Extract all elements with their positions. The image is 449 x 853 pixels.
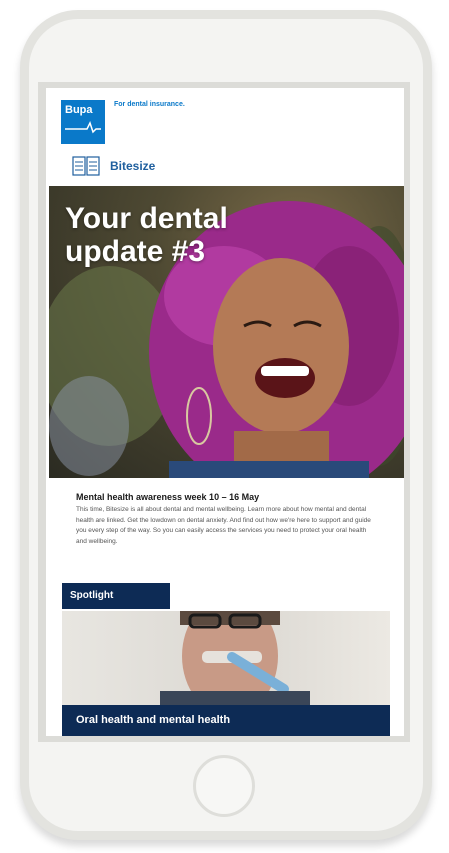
spotlight-label: Spotlight xyxy=(62,583,170,609)
home-button[interactable] xyxy=(193,755,255,817)
logo-text: Bupa xyxy=(65,104,93,116)
email-screen: Bupa For dental insurance. Bitesize Your… xyxy=(46,88,404,736)
hero-image: Your dental update #3 xyxy=(49,186,404,478)
spotlight-photo xyxy=(160,611,310,705)
book-icon xyxy=(72,156,100,176)
tagline: For dental insurance. xyxy=(114,101,185,108)
bupa-logo[interactable]: Bupa xyxy=(61,100,105,144)
spotlight-image[interactable] xyxy=(62,611,390,705)
section-label: Bitesize xyxy=(110,159,156,173)
hero-title: Your dental update #3 xyxy=(65,202,228,268)
article-title: Mental health awareness week 10 – 16 May xyxy=(76,492,260,502)
heartbeat-icon xyxy=(65,121,101,134)
spotlight-title[interactable]: Oral health and mental health xyxy=(62,705,390,736)
article-body: This time, Bitesize is all about dental … xyxy=(76,506,371,545)
